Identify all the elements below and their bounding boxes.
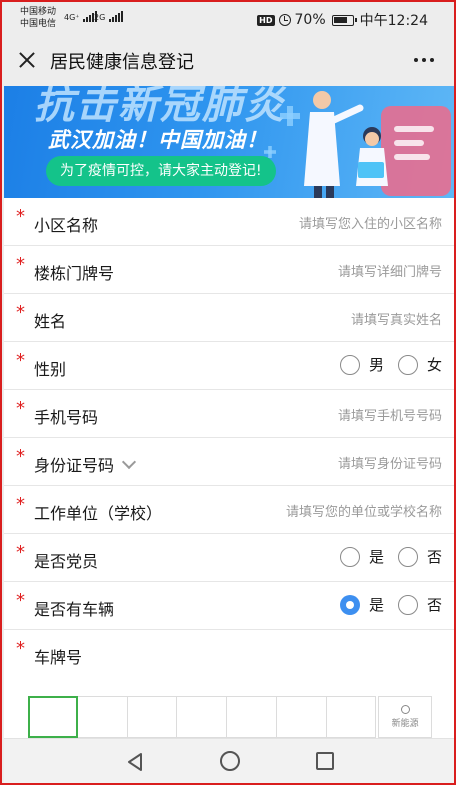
plate-char-box[interactable] — [326, 696, 377, 738]
carrier-info: 中国移动 中国电信 — [20, 6, 56, 30]
field-label: 姓名 — [34, 312, 67, 331]
banner-pill: 为了疫情可控，请大家主动登记! — [46, 156, 276, 186]
name-input[interactable]: 请填写真实姓名 — [351, 309, 442, 328]
required-mark: * — [16, 446, 25, 467]
signal-2-type: 2G — [94, 13, 106, 22]
banner-subline: 武汉加油！中国加油！ — [48, 128, 268, 152]
required-mark: * — [16, 206, 25, 227]
field-community[interactable]: * 小区名称 请填写您入住的小区名称 — [4, 198, 454, 246]
required-mark: * — [16, 302, 25, 323]
field-workplace[interactable]: * 工作单位（学校） 请填写您的单位或学校名称 — [4, 486, 454, 534]
back-triangle-icon[interactable] — [126, 752, 144, 772]
required-mark: * — [16, 398, 25, 419]
more-icon[interactable] — [414, 58, 434, 62]
plate-char-box[interactable] — [227, 696, 277, 738]
doctors-illustration — [304, 91, 451, 198]
phone-input[interactable]: 请填写手机号号码 — [338, 405, 442, 424]
plus-icon — [280, 106, 300, 126]
workplace-input[interactable]: 请填写您的单位或学校名称 — [286, 501, 442, 520]
signal-1: 4G⁺ — [64, 11, 98, 22]
gender-female-radio[interactable] — [397, 354, 418, 375]
new-energy-button[interactable]: 新能源 — [378, 696, 432, 738]
status-bar: 中国移动 中国电信 4G⁺ 2G HD 70% 中午12:24 — [4, 4, 454, 34]
field-phone[interactable]: * 手机号码 请填写手机号号码 — [4, 390, 454, 438]
required-mark: * — [16, 254, 25, 275]
radio-label: 女 — [426, 356, 442, 374]
required-mark: * — [16, 590, 25, 611]
plate-char-box[interactable] — [177, 696, 228, 738]
party-yes-radio[interactable] — [339, 546, 360, 567]
field-label: 手机号码 — [34, 408, 99, 427]
party-no-radio[interactable] — [397, 546, 418, 567]
id-number-label: 身份证号码 — [34, 456, 115, 475]
party-radio-group: 是 否 — [339, 546, 442, 567]
field-label: 车牌号 — [34, 648, 83, 667]
carrier-1: 中国移动 — [20, 7, 57, 17]
field-label: 小区名称 — [34, 216, 99, 235]
field-label: 是否有车辆 — [34, 600, 115, 619]
plate-input-boxes: 新能源 — [28, 696, 432, 738]
registration-form: * 小区名称 请填写您入住的小区名称 * 楼栋门牌号 请填写详细门牌号 * 姓名… — [4, 198, 454, 738]
field-label: 工作单位（学校） — [34, 504, 163, 523]
field-name[interactable]: * 姓名 请填写真实姓名 — [4, 294, 454, 342]
close-icon[interactable] — [18, 51, 36, 69]
page-title: 居民健康信息登记 — [50, 52, 194, 73]
id-number-input[interactable]: 请填写身份证号码 — [338, 453, 442, 472]
radio-label: 是 — [368, 596, 384, 614]
signal-1-type: 4G⁺ — [64, 13, 80, 22]
building-number-input[interactable]: 请填写详细门牌号 — [338, 261, 442, 280]
recent-apps-icon[interactable] — [316, 752, 334, 770]
battery-icon — [331, 14, 357, 26]
gender-male-radio[interactable] — [339, 354, 360, 375]
new-energy-label: 新能源 — [391, 719, 419, 729]
vehicle-no-radio[interactable] — [397, 594, 418, 615]
system-nav-bar — [4, 738, 454, 783]
banner: 抗击新冠肺炎 武汉加油！中国加油！ 为了疫情可控，请大家主动登记! — [4, 86, 454, 198]
vehicle-yes-radio[interactable] — [339, 594, 360, 615]
nav-bar: 居民健康信息登记 — [4, 34, 454, 86]
phone-frame: 中国移动 中国电信 4G⁺ 2G HD 70% 中午12:24 居民健康信息登记… — [0, 0, 456, 785]
carrier-2: 中国电信 — [20, 19, 57, 29]
clock: 中午12:24 — [359, 13, 428, 29]
field-label: 楼栋门牌号 — [34, 264, 115, 283]
plate-char-box[interactable] — [28, 696, 78, 738]
signal-2: 2G — [94, 11, 123, 22]
field-id-number[interactable]: * 身份证号码 请填写身份证号码 — [4, 438, 454, 486]
field-label: 性别 — [34, 360, 67, 379]
signal-bars-icon — [108, 11, 123, 22]
plate-char-box[interactable] — [276, 696, 327, 738]
radio-label: 否 — [426, 596, 442, 614]
vehicle-radio-group: 是 否 — [339, 594, 442, 615]
status-right: HD 70% 中午12:24 — [257, 10, 428, 30]
plate-char-box[interactable] — [127, 696, 178, 738]
radio-label: 是 — [368, 548, 384, 566]
required-mark: * — [16, 638, 25, 659]
plate-char-box[interactable] — [77, 696, 128, 738]
battery-percent: 70% — [294, 12, 326, 28]
plus-icon — [264, 146, 276, 158]
field-has-vehicle: * 是否有车辆 是 否 — [4, 582, 454, 630]
chevron-down-icon[interactable] — [121, 454, 137, 470]
field-label: 是否党员 — [34, 552, 99, 571]
field-gender: * 性别 男 女 — [4, 342, 454, 390]
required-mark: * — [16, 542, 25, 563]
field-building-number[interactable]: * 楼栋门牌号 请填写详细门牌号 — [4, 246, 454, 294]
radio-label: 男 — [368, 356, 384, 374]
community-input[interactable]: 请填写您入住的小区名称 — [299, 213, 442, 232]
field-plate-number: * 车牌号 — [4, 630, 454, 678]
required-mark: * — [16, 494, 25, 515]
alarm-icon — [278, 14, 291, 26]
gender-radio-group: 男 女 — [339, 354, 442, 375]
plus-circle-icon — [400, 705, 410, 714]
field-party-member: * 是否党员 是 否 — [4, 534, 454, 582]
field-label: 身份证号码 — [34, 452, 137, 476]
hd-icon: HD — [257, 14, 275, 26]
required-mark: * — [16, 350, 25, 371]
home-circle-icon[interactable] — [220, 751, 240, 771]
radio-label: 否 — [426, 548, 442, 566]
